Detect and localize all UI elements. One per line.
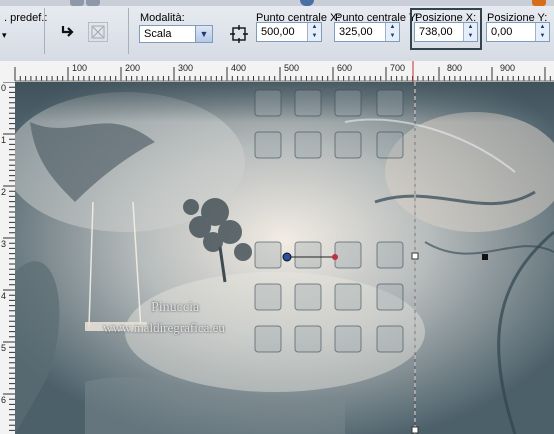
separator [44,8,45,54]
help-icon[interactable] [300,0,314,6]
glass-square [294,283,322,311]
center-y-field[interactable]: 325,00 ▲ ▼ [334,22,400,42]
glass-square [254,131,282,159]
watermark-url: www.maldiregrafica.eu [103,320,225,335]
ruler-label: 400 [231,63,247,73]
glass-square [254,89,282,117]
glass-square [254,283,282,311]
mode-select[interactable]: Scala ▼ [139,25,213,43]
position-y-field[interactable]: 0,00 ▲ ▼ [486,22,550,42]
rotate-reset-icon[interactable] [58,22,78,42]
apply-transform-icon[interactable] [88,22,108,42]
horizontal-ruler[interactable]: 100 200 300 400 500 600 700 800 900 [0,61,554,83]
ruler-label: 200 [125,63,141,73]
center-point-icon[interactable] [230,25,248,43]
ruler-label: 1 [1,135,7,145]
glass-square [376,241,404,269]
glass-square [254,325,282,353]
glass-square [334,89,362,117]
glass-square [334,283,362,311]
center-x-field[interactable]: 500,00 ▲ ▼ [256,22,322,42]
glass-square [376,283,404,311]
preset-label: . predef.: [4,12,48,24]
ruler-label: 600 [337,63,353,73]
glass-square [294,241,322,269]
ruler-label: 100 [72,63,88,73]
center-y-value: 325,00 [339,26,373,38]
tool-options-bar: . predef.: ▾ Modalità: Scala ▼ Punto cen… [0,0,554,62]
ruler-label: 6 [1,395,7,405]
image-canvas[interactable]: Pinuccia www.maldiregrafica.eu [15,82,554,434]
glass-square [294,89,322,117]
center-x-value: 500,00 [261,26,295,38]
glass-square [334,241,362,269]
center-y-stepper[interactable]: ▲ ▼ [385,23,399,41]
top-toolbar-strip [0,0,554,6]
glass-square [376,89,404,117]
toolbar-icon[interactable] [532,0,546,6]
position-y-value: 0,00 [491,26,513,38]
ruler-label: 5 [1,343,7,353]
ruler-label: 900 [500,63,516,73]
glass-square [376,325,404,353]
ruler-label: 4 [1,291,7,301]
ruler-label: 800 [447,63,463,73]
preset-dropdown-arrow[interactable]: ▾ [2,30,7,41]
center-x-stepper[interactable]: ▲ ▼ [307,23,321,41]
glass-square [334,131,362,159]
position-y-stepper[interactable]: ▲ ▼ [535,23,549,41]
position-x-value: 738,00 [419,26,453,38]
ruler-label: 700 [390,63,406,73]
separator [128,8,129,54]
toolbar-icon[interactable] [86,0,100,6]
artwork [15,82,554,434]
glass-square [294,325,322,353]
mode-label: Modalità: [140,12,185,24]
glass-square [294,131,322,159]
ruler-label: 3 [1,239,7,249]
position-x-stepper[interactable]: ▲ ▼ [463,23,477,41]
glass-square [254,241,282,269]
mode-value: Scala [144,28,172,40]
ruler-label: 0 [1,83,7,93]
ruler-label: 300 [178,63,194,73]
vertical-ruler[interactable]: 0 1 2 3 4 5 6 [0,82,16,434]
watermark-author: Pinuccia [151,300,200,315]
ruler-label: 2 [1,187,7,197]
position-x-field[interactable]: 738,00 ▲ ▼ [414,22,478,42]
toolbar-icon[interactable] [70,0,84,6]
ruler-label: 500 [284,63,300,73]
glass-square [334,325,362,353]
glass-square [376,131,404,159]
chevron-down-icon[interactable]: ▼ [195,26,212,42]
